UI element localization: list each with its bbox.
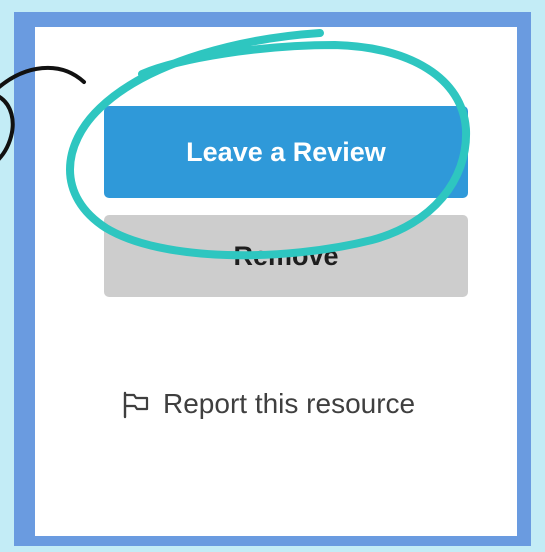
report-resource-label: Report this resource [163, 388, 416, 419]
remove-button[interactable]: Remove [104, 215, 468, 297]
resource-actions-panel: Leave a Review Remove Report this resour… [35, 27, 517, 536]
report-resource-link[interactable]: Report this resource [119, 387, 415, 421]
flag-icon [119, 387, 153, 421]
leave-review-button[interactable]: Leave a Review [104, 106, 468, 198]
resource-actions-frame: Leave a Review Remove Report this resour… [14, 12, 531, 546]
